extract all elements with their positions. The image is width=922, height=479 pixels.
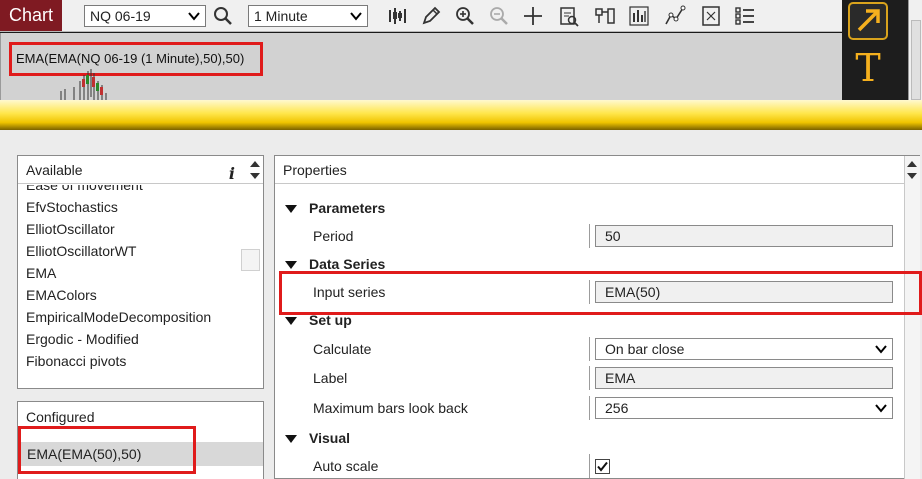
properties-header: Properties <box>275 156 904 184</box>
chart-toolbar: Chart NQ 06-19 1 Minute <box>0 0 842 32</box>
arrow-line-tool[interactable] <box>848 2 888 40</box>
auto-scale-checkbox[interactable] <box>595 459 610 474</box>
prop-label-auto-scale: Auto scale <box>313 458 379 474</box>
list-item[interactable]: EMAColors <box>26 284 97 306</box>
templates-icon[interactable] <box>594 5 616 27</box>
category-label: Data Series <box>309 256 386 272</box>
indicators-list-icon[interactable] <box>734 5 756 27</box>
scroll-up-icon[interactable] <box>250 161 260 167</box>
period-input[interactable]: 50 <box>595 225 893 247</box>
properties-scrollbar[interactable] <box>904 156 920 479</box>
chart-tab[interactable]: Chart <box>0 0 62 31</box>
available-scroll-thumb[interactable] <box>241 249 260 271</box>
scroll-up-icon[interactable] <box>907 161 917 167</box>
list-item[interactable]: EMA <box>26 262 56 284</box>
prop-divider <box>589 396 590 420</box>
category-label: Parameters <box>309 200 386 216</box>
arrow-icon <box>857 9 880 32</box>
prop-divider <box>589 224 590 248</box>
prop-divider <box>589 337 590 361</box>
instrument-value: NQ 06-19 <box>90 8 151 24</box>
instrument-select[interactable]: NQ 06-19 <box>84 5 206 27</box>
collapse-triangle-icon[interactable] <box>285 317 297 326</box>
properties-title: Properties <box>283 162 347 178</box>
crosshair-icon[interactable] <box>522 5 544 27</box>
list-item[interactable]: ElliotOscillator <box>26 218 115 240</box>
list-item[interactable]: Ergodic - Modified <box>26 328 139 350</box>
configured-highlight-box <box>18 426 196 474</box>
pencil-icon[interactable] <box>420 5 442 27</box>
properties-scroll-buttons[interactable] <box>904 156 920 184</box>
input-series-highlight-box <box>279 271 922 315</box>
calculate-select[interactable]: On bar close <box>595 338 893 360</box>
text-tool[interactable]: T <box>850 46 886 90</box>
max-bars-select[interactable]: 256 <box>595 397 893 419</box>
price-bars <box>60 69 107 100</box>
drawing-side-panel: T <box>842 0 908 100</box>
chevron-down-icon <box>875 404 887 413</box>
prop-label-label: Label <box>313 370 348 386</box>
list-item[interactable]: EmpiricalModeDecomposition <box>26 306 211 328</box>
category-visual[interactable]: Visual <box>285 426 350 450</box>
configured-title: Configured <box>26 409 95 425</box>
search-icon[interactable] <box>212 5 234 27</box>
list-item[interactable]: EfvStochastics <box>26 196 118 218</box>
scroll-track <box>911 20 921 100</box>
properties-icon[interactable] <box>700 5 722 27</box>
label-input[interactable]: EMA <box>595 367 893 389</box>
indicator-label: EMA(EMA(NQ 06-19 (1 Minute),50),50) <box>9 42 263 76</box>
data-box-icon[interactable] <box>558 5 580 27</box>
collapse-triangle-icon[interactable] <box>285 261 297 270</box>
prop-divider <box>589 454 590 478</box>
chevron-down-icon <box>350 12 362 21</box>
category-label: Visual <box>309 430 350 446</box>
max-bars-value: 256 <box>605 400 629 416</box>
chart-right-scrollbar[interactable] <box>908 0 922 100</box>
info-icon[interactable]: i <box>229 160 235 188</box>
prop-label-max-bars: Maximum bars look back <box>313 400 468 416</box>
checkmark-icon <box>597 461 608 472</box>
available-title: Available <box>26 162 83 178</box>
available-scroll-buttons[interactable] <box>247 156 263 184</box>
scroll-down-icon[interactable] <box>250 173 260 179</box>
properties-panel: Properties Parameters Period 50 Data Ser… <box>274 155 920 479</box>
dialog-title-bar <box>0 100 922 130</box>
interval-value: 1 Minute <box>254 8 308 24</box>
prop-label-period: Period <box>313 228 354 244</box>
bar-type-icon[interactable] <box>386 5 408 27</box>
scroll-down-icon[interactable] <box>907 173 917 179</box>
collapse-triangle-icon[interactable] <box>285 435 297 444</box>
chevron-down-icon <box>188 12 200 21</box>
list-item[interactable]: Fibonacci pivots <box>26 350 126 372</box>
interval-select[interactable]: 1 Minute <box>248 5 368 27</box>
chevron-down-icon <box>875 345 887 354</box>
zoom-in-icon[interactable] <box>454 5 476 27</box>
strategies-icon[interactable] <box>628 5 650 27</box>
available-panel: Available i Ease of movement EfvStochast… <box>17 155 264 389</box>
collapse-triangle-icon[interactable] <box>285 205 297 214</box>
zoom-out-icon[interactable] <box>488 5 510 27</box>
category-parameters[interactable]: Parameters <box>285 196 385 220</box>
list-item[interactable]: ElliotOscillatorWT <box>26 240 136 262</box>
drawing-tools-icon[interactable] <box>664 5 686 27</box>
available-header: Available i <box>18 156 263 184</box>
prop-divider <box>589 366 590 390</box>
list-item[interactable]: Ease of movement <box>26 185 143 196</box>
indicators-dialog: Available i Ease of movement EfvStochast… <box>0 130 922 479</box>
prop-label-calculate: Calculate <box>313 341 372 357</box>
calculate-value: On bar close <box>605 341 685 357</box>
chart-canvas[interactable]: EMA(EMA(NQ 06-19 (1 Minute),50),50) <box>0 33 842 100</box>
available-list[interactable]: Ease of movement EfvStochastics ElliotOs… <box>18 185 240 389</box>
